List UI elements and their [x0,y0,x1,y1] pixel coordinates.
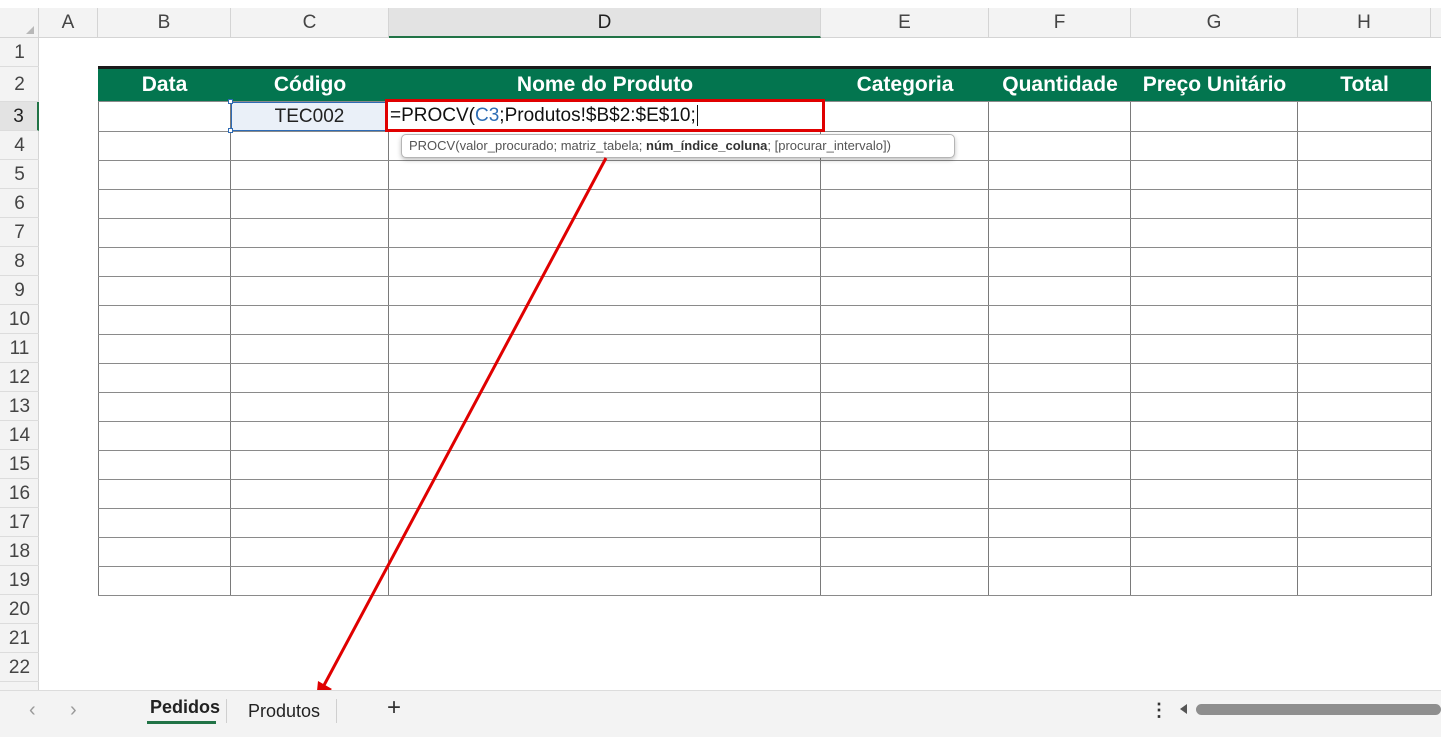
grid-line [98,450,1432,451]
grid-line [988,101,989,595]
sheet-tab-pedidos[interactable]: Pedidos [150,697,220,718]
selection-handle[interactable] [228,128,233,133]
grid-line [98,276,1432,277]
grid-line [98,392,1432,393]
row-header-13[interactable]: 13 [0,392,39,421]
selection-handle[interactable] [228,99,233,104]
column-header-c[interactable]: C [231,8,389,38]
row-header-10[interactable]: 10 [0,305,39,334]
grid-line [98,334,1432,335]
row-header-bar: 1 2 3 4 5 6 7 8 9 10 11 12 13 14 15 16 1… [0,38,39,690]
row-header-9[interactable]: 9 [0,276,39,305]
row-header-1[interactable]: 1 [0,38,39,67]
row-header-16[interactable]: 16 [0,479,39,508]
grid-line [98,566,1432,567]
tooltip-args-rest: ; [procurar_intervalo]) [767,138,891,153]
row-header-18[interactable]: 18 [0,537,39,566]
grid-line [820,101,821,595]
scroll-left-icon[interactable] [1180,704,1187,714]
formula-prefix: =PROCV( [390,105,475,126]
tab-divider [336,699,337,723]
grid-line [230,101,231,595]
grid-line [1431,101,1432,595]
grid-line [98,189,1432,190]
row-header-4[interactable]: 4 [0,131,39,160]
sheet-tab-produtos[interactable]: Produtos [248,701,320,722]
tooltip-args: valor_procurado; matriz_tabela; [459,138,646,153]
function-tooltip[interactable]: PROCV(valor_procurado; matriz_tabela; nú… [401,134,955,158]
header-total[interactable]: Total [1298,69,1431,101]
row-header-3[interactable]: 3 [0,102,39,131]
grid-line [98,305,1432,306]
row-header-7[interactable]: 7 [0,218,39,247]
row-header-5[interactable]: 5 [0,160,39,189]
row-header-20[interactable]: 20 [0,595,39,624]
row-header-2[interactable]: 2 [0,67,39,102]
select-all-corner[interactable] [0,8,39,38]
header-preco-unitario[interactable]: Preço Unitário [1131,69,1298,101]
tab-divider [226,699,227,723]
row-header-21[interactable]: 21 [0,624,39,653]
column-header-f[interactable]: F [989,8,1131,38]
header-codigo[interactable]: Código [231,69,389,101]
horizontal-scrollbar[interactable] [1196,704,1441,715]
annotation-arrow-line [320,157,608,690]
grid-line [1130,101,1131,595]
row-header-17[interactable]: 17 [0,508,39,537]
formula-rest: ;Produtos!$B$2:$E$10; [499,105,696,126]
row-header-22[interactable]: 22 [0,653,39,682]
grid-line [98,479,1432,480]
sheet-tab-bar: ‹ › Pedidos Produtos + ⋮ [0,690,1441,737]
row-header-14[interactable]: 14 [0,421,39,450]
add-sheet-button[interactable]: + [387,694,401,722]
row-header-8[interactable]: 8 [0,247,39,276]
grid-line [98,247,1432,248]
column-header-d[interactable]: D [389,8,821,38]
header-data[interactable]: Data [98,69,231,101]
column-header-b[interactable]: B [98,8,231,38]
chevron-right-icon[interactable]: › [70,699,77,722]
cell-c3-codigo[interactable]: TEC002 [231,102,388,131]
grid-line [98,363,1432,364]
formula-cell-reference: C3 [475,105,500,126]
row-header-6[interactable]: 6 [0,189,39,218]
row-header-15[interactable]: 15 [0,450,39,479]
grid-line [98,160,1432,161]
grid-line [98,537,1432,538]
column-header-bar: A B C D E F G H [0,8,1441,38]
header-nome-produto[interactable]: Nome do Produto [389,69,821,101]
tooltip-function[interactable]: PROCV( [409,138,460,153]
column-header-h[interactable]: H [1298,8,1431,38]
column-header-e[interactable]: E [821,8,989,38]
grid-line [98,421,1432,422]
header-quantidade[interactable]: Quantidade [989,69,1131,101]
grid-line [98,508,1432,509]
grid-line [98,101,99,595]
tooltip-current-arg: núm_índice_coluna [646,138,768,153]
text-caret [696,105,698,127]
header-categoria[interactable]: Categoria [821,69,989,101]
column-header-a[interactable]: A [39,8,98,38]
grid-line [388,101,389,595]
row-header-19[interactable]: 19 [0,566,39,595]
more-vertical-icon[interactable]: ⋮ [1150,700,1168,721]
row-header-11[interactable]: 11 [0,334,39,363]
row-header-12[interactable]: 12 [0,363,39,392]
grid-line [98,218,1432,219]
column-header-g[interactable]: G [1131,8,1298,38]
grid-line [98,595,1432,596]
chevron-left-icon[interactable]: ‹ [29,699,36,722]
active-tab-indicator [147,721,216,724]
grid-line [1297,101,1298,595]
formula-input-d3[interactable]: =PROCV(C3;Produtos!$B$2:$E$10; [385,99,825,132]
